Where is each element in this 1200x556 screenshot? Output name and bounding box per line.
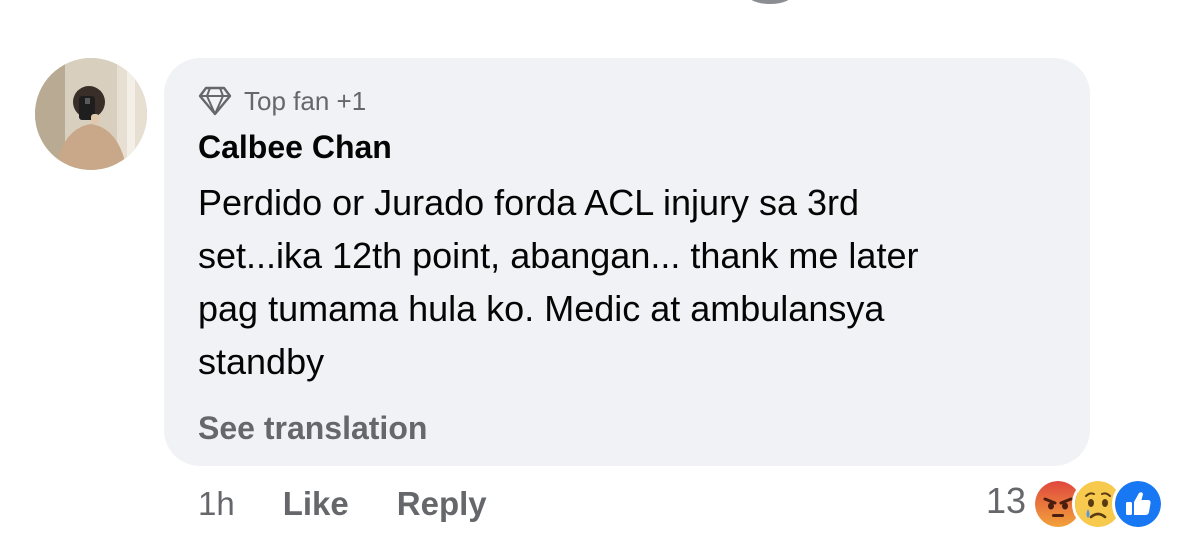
- like-icon: [1112, 478, 1165, 530]
- avatar-photo: [35, 58, 147, 170]
- top-fan-badge[interactable]: Top fan +1: [198, 84, 366, 118]
- reaction-summary[interactable]: 13: [986, 476, 1165, 530]
- comment-author[interactable]: Calbee Chan: [198, 127, 392, 167]
- partial-element-top: [748, 0, 792, 4]
- reaction-count: 13: [986, 480, 1027, 521]
- comment-screen: Top fan +1 Calbee Chan Perdido or Jurado…: [0, 0, 1200, 556]
- reply-button[interactable]: Reply: [397, 480, 487, 528]
- like-button[interactable]: Like: [283, 480, 349, 528]
- comment-actions: 1h Like Reply: [198, 480, 535, 528]
- see-translation-link[interactable]: See translation: [198, 408, 427, 448]
- comment-body: Perdido or Jurado forda ACL injury sa 3r…: [198, 182, 919, 382]
- diamond-icon: [198, 86, 232, 116]
- comment-timestamp[interactable]: 1h: [198, 480, 235, 528]
- badge-label: Top fan +1: [244, 85, 367, 116]
- reaction-icons: [1032, 476, 1165, 530]
- avatar[interactable]: [35, 58, 147, 170]
